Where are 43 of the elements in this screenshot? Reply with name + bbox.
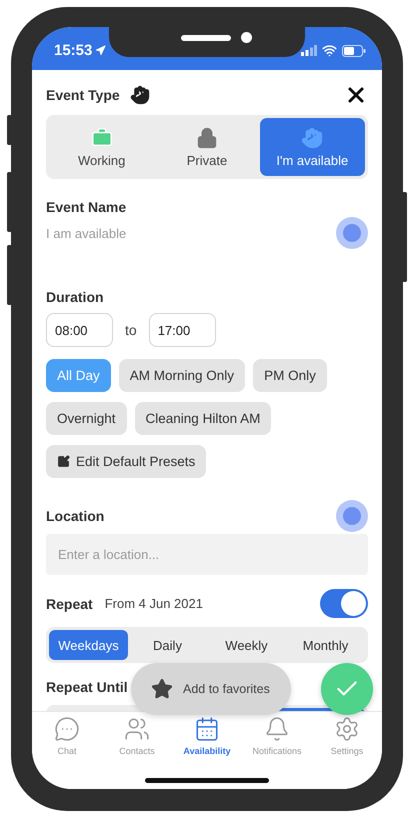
bell-icon [264, 716, 290, 742]
repeat-option[interactable]: Weekly [207, 630, 286, 660]
event-type-option[interactable]: Private [154, 118, 260, 176]
wifi-icon [322, 43, 337, 58]
contacts-icon [124, 716, 150, 742]
touch-indicator [336, 217, 368, 249]
to-label: to [125, 322, 137, 338]
status-time: 15:53 [54, 42, 106, 59]
edit-icon [57, 455, 70, 468]
repeat-option[interactable]: Weekdays [49, 630, 128, 660]
section-label: Event Type [46, 87, 120, 103]
repeat-toggle[interactable] [320, 589, 368, 618]
section-label: Repeat Until [46, 679, 128, 695]
preset-chip[interactable]: Cleaning Hilton AM [134, 402, 272, 435]
repeat-start-date: From 4 Jun 2021 [104, 596, 203, 611]
preset-chip[interactable]: Overnight [46, 402, 127, 435]
section-label: Location [46, 508, 104, 524]
event-type-option[interactable]: Working [49, 118, 154, 176]
touch-indicator [336, 500, 368, 532]
end-time-field[interactable]: 17:00 [148, 313, 216, 347]
repeat-option[interactable]: Daily [128, 630, 207, 660]
hand-icon [301, 126, 324, 148]
section-label: Event Name [46, 199, 126, 215]
event-type-option[interactable]: I'm available [260, 118, 365, 176]
section-label: Repeat [46, 596, 93, 612]
signal-icon [301, 45, 317, 56]
edit-presets-button[interactable]: Edit Default Presets [46, 445, 206, 478]
preset-chip[interactable]: PM Only [253, 359, 327, 392]
settings-icon [334, 716, 360, 742]
preset-chip[interactable]: AM Morning Only [118, 359, 246, 392]
repeat-option[interactable]: Monthly [286, 630, 365, 660]
add-to-favorites-button[interactable]: Add to favorites [131, 663, 291, 715]
lock-icon [196, 126, 218, 148]
start-time-field[interactable]: 08:00 [46, 313, 113, 347]
star-icon [151, 678, 173, 700]
location-arrow-icon [95, 45, 106, 56]
briefcase-icon [90, 126, 113, 148]
section-label: Duration [46, 289, 104, 305]
calendar-icon [194, 716, 220, 742]
hand-icon [130, 85, 150, 105]
battery-icon [342, 44, 366, 56]
tab-bar-item[interactable]: Availability [172, 716, 242, 789]
chat-icon [54, 716, 80, 742]
